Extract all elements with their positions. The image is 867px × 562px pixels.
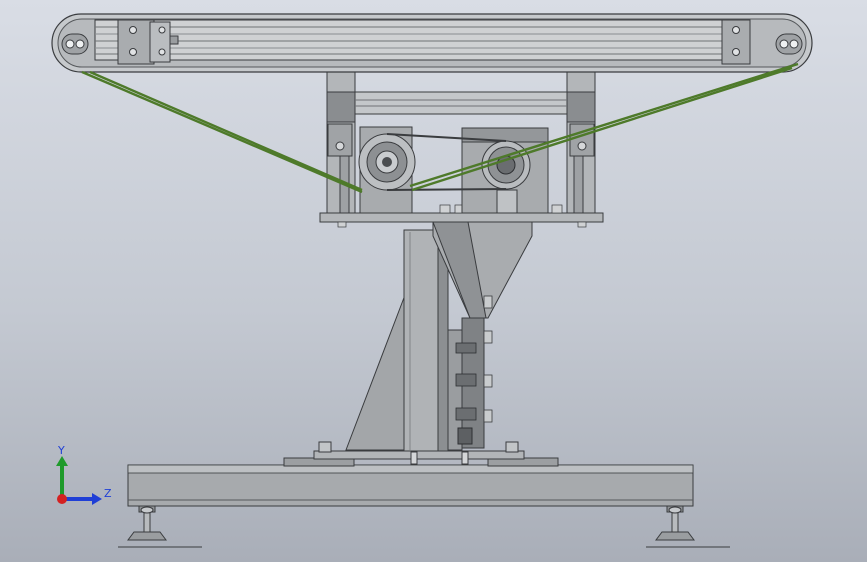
leveling-foot-left	[118, 505, 202, 548]
drive-belt	[81, 62, 799, 194]
y-arrow-icon	[56, 456, 68, 466]
z-arrow-icon	[92, 493, 102, 505]
axis-triad: Y Z	[56, 444, 112, 505]
end-pulley-left	[61, 33, 89, 55]
conveyor-assembly-drawing[interactable]: Y Z	[0, 0, 867, 562]
end-pulley-right	[775, 33, 803, 55]
support-column	[318, 221, 533, 465]
z-axis-label: Z	[104, 487, 112, 500]
x-axis-dot-icon	[57, 494, 67, 504]
y-axis-label: Y	[57, 444, 65, 457]
cad-viewport[interactable]: Y Z	[0, 0, 867, 562]
leveling-foot-right	[646, 505, 730, 548]
conveyor-frame	[51, 13, 813, 73]
